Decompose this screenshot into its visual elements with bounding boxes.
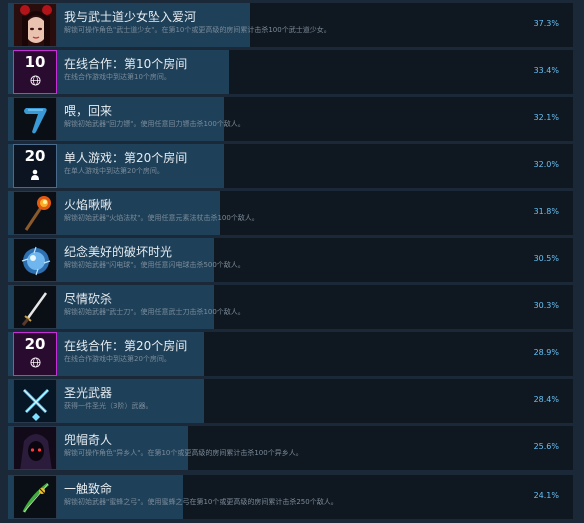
holy-weapon-icon (13, 379, 57, 423)
unlock-percentage: 30.5% (533, 254, 559, 263)
room-number-badge: 10 (24, 53, 46, 71)
hooded-stranger-portrait-icon (13, 426, 57, 470)
achievement-description: 在线合作游戏中到达第20个房间。 (64, 355, 171, 363)
bee-bow-icon (13, 475, 57, 519)
unlock-percentage: 32.1% (533, 113, 559, 122)
unlock-percentage: 25.6% (533, 442, 559, 451)
achievement-title: 在线合作：第10个房间 (64, 57, 188, 71)
achievement-description: 解锁初始武器"蜜蜂之弓"。使用蜜蜂之弓在第10个或更高级的房间累计击杀250个敌… (64, 498, 338, 506)
room-number-badge: 20 (24, 147, 46, 165)
achievement-description: 解锁初始武器"回力镖"。使用任意回力镖击杀100个敌人。 (64, 120, 245, 128)
achievement-row[interactable]: 火焰啾啾 解锁初始武器"火焰法杖"。使用任意元素法杖击杀100个敌人。 31.8… (8, 191, 573, 235)
achievement-description: 解锁可操作角色"武士道少女"。在第10个或更高级的房间累计击杀100个武士道少女… (64, 26, 331, 34)
samurai-girl-portrait-icon (13, 3, 57, 47)
achievement-description: 解锁初始武器"武士刀"。使用任意武士刀击杀100个敌人。 (64, 308, 245, 316)
achievement-title: 兜帽奇人 (64, 433, 113, 447)
achievement-description: 解锁初始武器"火焰法杖"。使用任意元素法杖击杀100个敌人。 (64, 214, 259, 222)
achievement-description: 获得一件圣光（3阶）武器。 (64, 402, 153, 410)
achievement-row[interactable]: 20 单人游戏：第20个房间 在单人游戏中到达第20个房间。 32.0% (8, 144, 573, 188)
achievement-title: 火焰啾啾 (64, 198, 113, 212)
achievement-title: 圣光武器 (64, 386, 113, 400)
achievement-title: 一触致命 (64, 482, 113, 496)
globe-icon (14, 357, 56, 371)
achievement-list: 我与武士道少女坠入爱河 解锁可操作角色"武士道少女"。在第10个或更高级的房间累… (0, 0, 584, 523)
achievement-description: 在单人游戏中到达第20个房间。 (64, 167, 164, 175)
unlock-percentage: 33.4% (533, 66, 559, 75)
globe-icon (14, 75, 56, 89)
online-coop-10-icon: 10 (13, 50, 57, 94)
achievement-description: 解锁可操作角色"异乡人"。在第10个或更高级的房间累计击杀100个异乡人。 (64, 449, 303, 457)
achievement-title: 在线合作：第20个房间 (64, 339, 188, 353)
unlock-percentage: 24.1% (533, 491, 559, 500)
achievement-row[interactable]: 一触致命 解锁初始武器"蜜蜂之弓"。使用蜜蜂之弓在第10个或更高级的房间累计击杀… (8, 475, 573, 519)
achievement-row[interactable]: 圣光武器 获得一件圣光（3阶）武器。 28.4% (8, 379, 573, 423)
achievement-row[interactable]: 20 在线合作：第20个房间 在线合作游戏中到达第20个房间。 28.9% (8, 332, 573, 376)
katana-icon (13, 285, 57, 329)
achievement-row[interactable]: 我与武士道少女坠入爱河 解锁可操作角色"武士道少女"。在第10个或更高级的房间累… (8, 3, 573, 47)
achievement-row[interactable]: 尽情砍杀 解锁初始武器"武士刀"。使用任意武士刀击杀100个敌人。 30.3% (8, 285, 573, 329)
unlock-percentage: 28.9% (533, 348, 559, 357)
room-number-badge: 20 (24, 335, 46, 353)
achievement-title: 我与武士道少女坠入爱河 (64, 10, 197, 24)
achievement-title: 单人游戏：第20个房间 (64, 151, 188, 165)
achievement-row[interactable]: 10 在线合作：第10个房间 在线合作游戏中到达第10个房间。 33.4% (8, 50, 573, 94)
unlock-percentage: 30.3% (533, 301, 559, 310)
achievement-title: 纪念美好的破坏时光 (64, 245, 173, 259)
achievement-title: 尽情砍杀 (64, 292, 113, 306)
achievement-row[interactable]: 兜帽奇人 解锁可操作角色"异乡人"。在第10个或更高级的房间累计击杀100个异乡… (8, 426, 573, 470)
lightning-orb-icon (13, 238, 57, 282)
achievement-title: 喂，回来 (64, 104, 113, 118)
unlock-percentage: 37.3% (533, 19, 559, 28)
achievement-description: 在线合作游戏中到达第10个房间。 (64, 73, 171, 81)
unlock-percentage: 31.8% (533, 207, 559, 216)
boomerang-icon (13, 97, 57, 141)
achievement-row[interactable]: 喂，回来 解锁初始武器"回力镖"。使用任意回力镖击杀100个敌人。 32.1% (8, 97, 573, 141)
person-icon (14, 169, 56, 183)
achievement-description: 解锁初始武器"闪电球"。使用任意闪电球击杀500个敌人。 (64, 261, 245, 269)
unlock-percentage: 32.0% (533, 160, 559, 169)
online-coop-20-icon: 20 (13, 332, 57, 376)
single-player-20-icon: 20 (13, 144, 57, 188)
unlock-percentage: 28.4% (533, 395, 559, 404)
achievement-row[interactable]: 纪念美好的破坏时光 解锁初始武器"闪电球"。使用任意闪电球击杀500个敌人。 3… (8, 238, 573, 282)
fire-staff-icon (13, 191, 57, 235)
